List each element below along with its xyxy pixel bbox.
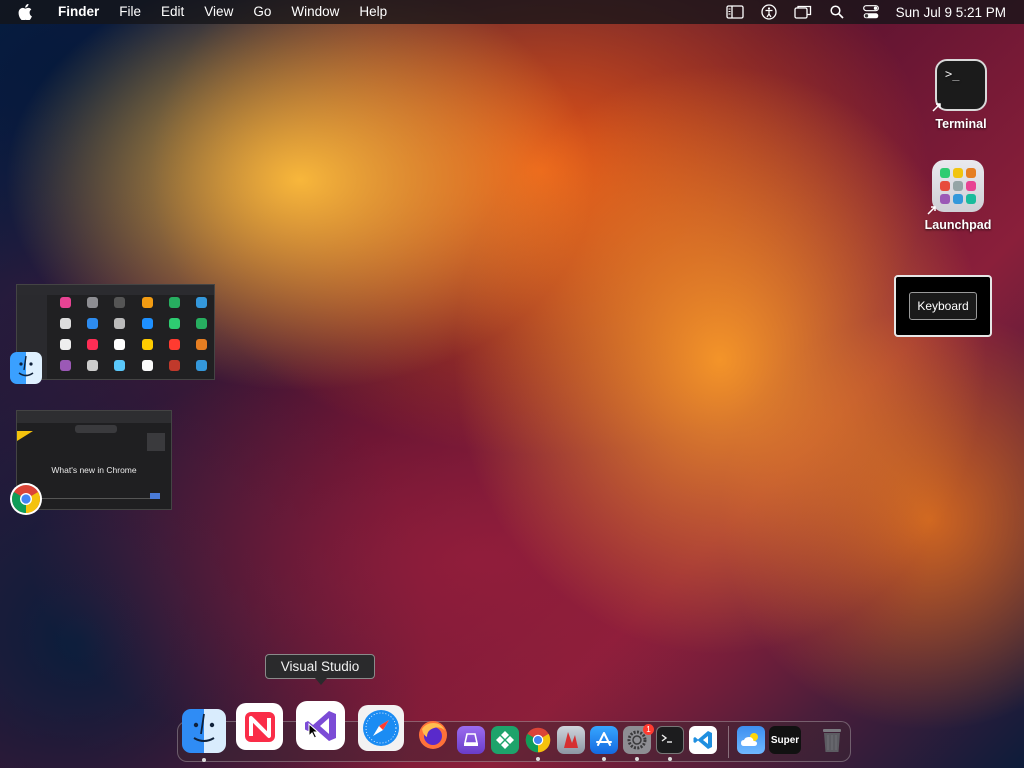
terminal-icon xyxy=(661,734,672,743)
dock-vscode[interactable] xyxy=(689,726,717,754)
menu-help[interactable]: Help xyxy=(349,0,397,24)
firefox-icon xyxy=(419,721,447,749)
dock-firefox[interactable] xyxy=(416,718,450,752)
control-center-icon[interactable] xyxy=(862,3,880,21)
dock-news[interactable] xyxy=(236,703,283,750)
menu-edit[interactable]: Edit xyxy=(151,0,194,24)
keyboard-button[interactable]: Keyboard xyxy=(909,292,977,320)
running-indicator xyxy=(536,757,540,761)
running-indicator xyxy=(635,757,639,761)
preview-app-grid xyxy=(57,297,210,377)
alias-arrow-icon xyxy=(932,103,941,112)
running-indicator xyxy=(202,758,206,762)
preview-decoration xyxy=(17,431,33,441)
running-indicator xyxy=(602,757,606,761)
finder-icon xyxy=(10,352,42,384)
terminal-icon: >_ xyxy=(932,59,987,112)
app-store-icon xyxy=(596,732,612,746)
desktop-icon-terminal[interactable]: >_ Terminal xyxy=(911,59,1011,131)
accessibility-icon[interactable] xyxy=(760,3,778,21)
dock-separator xyxy=(728,726,729,758)
dock-chrome[interactable] xyxy=(524,726,552,754)
menu-file[interactable]: File xyxy=(109,0,151,24)
dock-app-store[interactable] xyxy=(590,726,618,754)
preview-tabbar xyxy=(17,411,171,423)
dock-purple-app[interactable] xyxy=(457,726,485,754)
alias-arrow-icon xyxy=(927,206,936,215)
desktop-icon-label: Terminal xyxy=(935,117,987,131)
dock-trash[interactable] xyxy=(818,726,846,754)
chrome-icon xyxy=(525,727,551,753)
menu-app-finder[interactable]: Finder xyxy=(48,0,109,24)
menu-go[interactable]: Go xyxy=(243,0,281,24)
dock-green-app[interactable] xyxy=(491,726,519,754)
preview-graphic xyxy=(147,433,165,451)
green-app-icon xyxy=(496,731,514,749)
keyboard-hud[interactable]: Keyboard xyxy=(894,275,992,337)
dock-visual-studio[interactable] xyxy=(296,701,345,750)
menu-bar: Finder File Edit View Go Window Help Sun… xyxy=(0,0,1024,24)
preview-search-pill xyxy=(75,425,117,433)
dock-system-settings[interactable]: 1 xyxy=(623,724,654,754)
finder-icon xyxy=(193,713,215,742)
sidebar-list-icon[interactable] xyxy=(726,3,744,21)
mouse-cursor-icon xyxy=(308,723,320,739)
purple-app-icon xyxy=(464,733,478,746)
notification-badge: 1 xyxy=(643,724,654,735)
preview-title: What's new in Chrome xyxy=(51,465,137,475)
menu-window[interactable]: Window xyxy=(281,0,349,24)
dock-red-app[interactable] xyxy=(557,726,585,754)
chrome-icon xyxy=(10,483,42,515)
vscode-icon xyxy=(693,731,712,749)
desktop-icon-launchpad[interactable]: Launchpad xyxy=(908,160,1008,232)
dock-finder[interactable] xyxy=(182,709,226,753)
super-icon: Super xyxy=(770,734,800,746)
preview-divider xyxy=(37,498,159,499)
preview-titlebar xyxy=(17,285,214,295)
search-icon[interactable] xyxy=(828,3,846,21)
safari-icon xyxy=(363,710,399,746)
running-indicator xyxy=(668,757,672,761)
apple-menu-icon[interactable] xyxy=(16,3,34,21)
red-app-icon xyxy=(564,732,578,748)
dock-safari[interactable] xyxy=(358,705,404,751)
dock-weather[interactable] xyxy=(737,726,765,754)
desktop-icon-label: Launchpad xyxy=(924,218,992,232)
menu-view[interactable]: View xyxy=(194,0,243,24)
dock-terminal[interactable] xyxy=(656,726,684,754)
trash-icon xyxy=(823,729,841,752)
menubar-clock[interactable]: Sun Jul 9 5:21 PM xyxy=(896,5,1006,20)
weather-icon xyxy=(741,733,758,746)
launchpad-icon xyxy=(927,160,984,215)
news-icon xyxy=(244,711,275,742)
dock-super[interactable]: Super xyxy=(769,726,801,754)
dock-tooltip: Visual Studio xyxy=(265,654,375,685)
window-preview-finder[interactable] xyxy=(16,284,215,380)
screen-mirroring-icon[interactable] xyxy=(794,3,812,21)
desktop-wallpaper xyxy=(0,0,1024,768)
preview-marker xyxy=(150,493,160,499)
